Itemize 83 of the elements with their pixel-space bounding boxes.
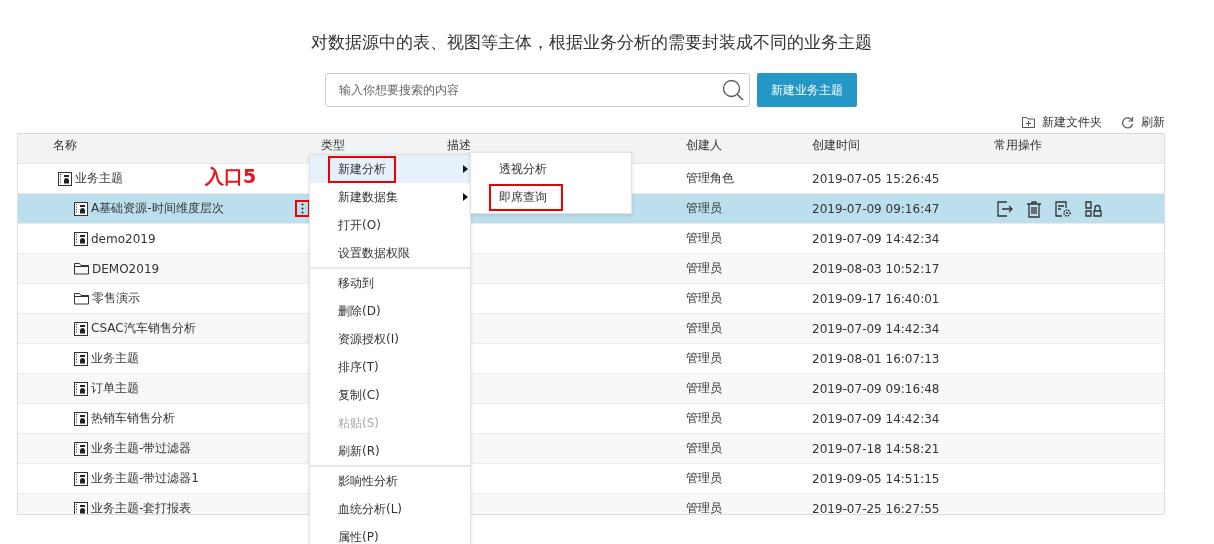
- name-cell: 零售演示: [92, 290, 140, 307]
- date-cell-text: 2019-07-18 14:58:21: [812, 441, 941, 456]
- menu-item[interactable]: 影响性分析: [310, 467, 470, 495]
- date-cell-text: 2019-07-25 16:27:55: [812, 501, 941, 514]
- creator-cell-text: 管理员: [686, 380, 723, 397]
- creator-cell-text: 管理员: [686, 320, 723, 337]
- date-cell-text: 2019-07-09 09:16:47: [812, 201, 941, 216]
- creator-cell-text: 管理员: [686, 500, 723, 514]
- name-cell: 业务主题: [75, 170, 123, 187]
- search-field[interactable]: 输入你想要搜索的内容: [325, 73, 750, 107]
- creator-cell-text: 管理角色: [686, 170, 735, 187]
- topic-icon: [74, 411, 88, 426]
- date-cell-text: 2019-09-17 16:40:01: [812, 291, 941, 306]
- topic-icon: [74, 321, 88, 336]
- creator-cell-text: 管理员: [686, 470, 723, 487]
- topic-icon: [74, 351, 88, 366]
- folder-icon: [74, 262, 89, 275]
- creator-cell-text: 管理员: [686, 440, 723, 457]
- menu-item[interactable]: 复制(C): [310, 381, 470, 409]
- creator-cell-text: 管理员: [686, 260, 723, 277]
- name-cell: CSAC汽车销售分析: [91, 320, 196, 337]
- column-header: 名称: [52, 137, 78, 154]
- menu-item[interactable]: 资源授权(I): [310, 325, 470, 353]
- refresh-icon: [1121, 115, 1134, 129]
- name-cell: 业务主题-套打报表: [91, 500, 192, 514]
- more-icon: [301, 203, 304, 214]
- creator-cell-text: 管理员: [686, 410, 723, 427]
- menu-item[interactable]: 设置数据权限: [310, 239, 470, 267]
- name-cell: DEMO2019: [92, 261, 160, 276]
- menu-item[interactable]: 新建分析: [310, 155, 470, 183]
- highlight-frame: 即席查询: [489, 183, 563, 211]
- date-cell-text: 2019-08-03 10:52:17: [812, 261, 941, 276]
- menu-item[interactable]: 刷新(R): [310, 437, 470, 465]
- name-cell: 业务主题: [91, 350, 139, 367]
- name-cell: A基础资源-时间维度层次: [91, 200, 224, 217]
- annotation-label: 入口5: [205, 164, 257, 188]
- name-cell: demo2019: [91, 231, 156, 246]
- menu-item[interactable]: 打开(O): [310, 211, 470, 239]
- settings-icon[interactable]: [1054, 199, 1072, 218]
- column-header: 描述: [447, 137, 472, 154]
- topic-icon: [74, 231, 88, 246]
- topic-icon: [74, 441, 88, 456]
- name-cell: 热销车销售分析: [91, 410, 175, 427]
- move-icon[interactable]: [996, 199, 1014, 218]
- creator-cell-text: 管理员: [686, 230, 723, 247]
- folder-icon: [74, 292, 89, 305]
- menu-item[interactable]: 即席查询: [471, 183, 631, 211]
- date-cell-text: 2019-09-05 14:51:15: [812, 471, 941, 486]
- menu-item[interactable]: 透视分析: [471, 155, 631, 183]
- new-folder-icon: [1022, 116, 1035, 128]
- search-icon[interactable]: [722, 79, 744, 101]
- trash-icon[interactable]: [1026, 199, 1042, 218]
- name-cell: 业务主题-带过滤器: [91, 440, 192, 457]
- menu-item[interactable]: 删除(D): [310, 297, 470, 325]
- creator-cell-text: 管理员: [686, 290, 723, 307]
- date-cell-text: 2019-07-09 14:42:34: [812, 231, 941, 246]
- name-cell: 业务主题-带过滤器1: [91, 470, 199, 487]
- menu-item[interactable]: 移动到: [310, 269, 470, 297]
- date-cell-text: 2019-07-09 14:42:34: [812, 411, 941, 426]
- column-header: 常用操作: [994, 137, 1043, 154]
- new-folder-button[interactable]: 新建文件夹: [1022, 113, 1102, 131]
- menu-item[interactable]: 属性(P): [310, 523, 470, 544]
- highlight-frame: 新建分析: [328, 155, 396, 183]
- column-header: 创建人: [686, 137, 723, 154]
- permission-icon[interactable]: [1084, 199, 1102, 218]
- date-cell-text: 2019-07-09 14:42:34: [812, 321, 941, 336]
- menu-item[interactable]: 新建数据集: [310, 183, 470, 211]
- name-cell: 订单主题: [91, 380, 139, 397]
- creator-cell-text: 管理员: [686, 350, 723, 367]
- page-heading: 对数据源中的表、视图等主体，根据业务分析的需要封装成不同的业务主题: [309, 31, 873, 53]
- topic-icon: [58, 171, 72, 186]
- refresh-button[interactable]: 刷新: [1121, 113, 1165, 131]
- date-cell-text: 2019-07-05 15:26:45: [812, 171, 941, 186]
- column-header: 类型: [321, 137, 346, 154]
- topic-icon: [74, 381, 88, 396]
- menu-item[interactable]: 排序(T): [310, 353, 470, 381]
- topic-icon: [74, 201, 88, 216]
- creator-cell-text: 管理员: [686, 200, 723, 217]
- date-cell-text: 2019-08-01 16:07:13: [812, 351, 941, 366]
- menu-item[interactable]: 血统分析(L): [310, 495, 470, 523]
- topic-icon: [74, 471, 88, 486]
- column-header: 创建时间: [812, 137, 861, 154]
- date-cell-text: 2019-07-09 09:16:48: [812, 381, 941, 396]
